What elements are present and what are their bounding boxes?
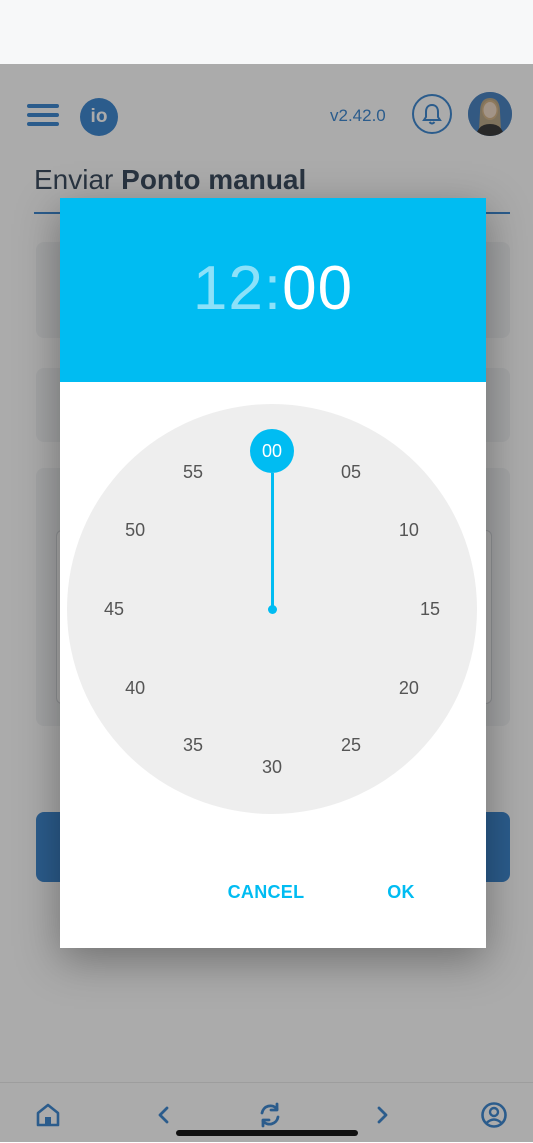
dialog-actions: CANCEL OK <box>60 862 486 922</box>
minute-00[interactable]: 00 <box>250 429 294 473</box>
minute-45[interactable]: 45 <box>92 587 136 631</box>
ok-button[interactable]: OK <box>370 862 432 922</box>
time-picker-dialog: 12:00 00 05 10 15 20 25 30 35 40 45 50 55 CANCEL OK <box>60 198 486 948</box>
time-separator: : <box>263 253 283 323</box>
minute-55[interactable]: 55 <box>171 450 215 494</box>
time-picker-header: 12:00 <box>60 198 486 382</box>
minute-15[interactable]: 15 <box>408 587 452 631</box>
clock-center-dot <box>267 604 277 614</box>
minute-30[interactable]: 30 <box>250 745 294 789</box>
minute-05[interactable]: 05 <box>329 450 373 494</box>
cancel-button[interactable]: CANCEL <box>210 862 322 922</box>
clock-face[interactable]: 00 05 10 15 20 25 30 35 40 45 50 55 <box>67 404 477 814</box>
status-bar <box>0 0 533 64</box>
minute-35[interactable]: 35 <box>171 724 215 768</box>
minute-20[interactable]: 20 <box>387 666 431 710</box>
minute-40[interactable]: 40 <box>113 666 157 710</box>
minute-50[interactable]: 50 <box>113 508 157 552</box>
home-indicator <box>176 1130 358 1136</box>
hours-value[interactable]: 12 <box>193 254 264 323</box>
minute-10[interactable]: 10 <box>387 508 431 552</box>
time-display: 12:00 <box>193 253 353 324</box>
clock-hand <box>270 473 274 609</box>
minute-25[interactable]: 25 <box>329 724 373 768</box>
minutes-value[interactable]: 00 <box>282 254 353 323</box>
